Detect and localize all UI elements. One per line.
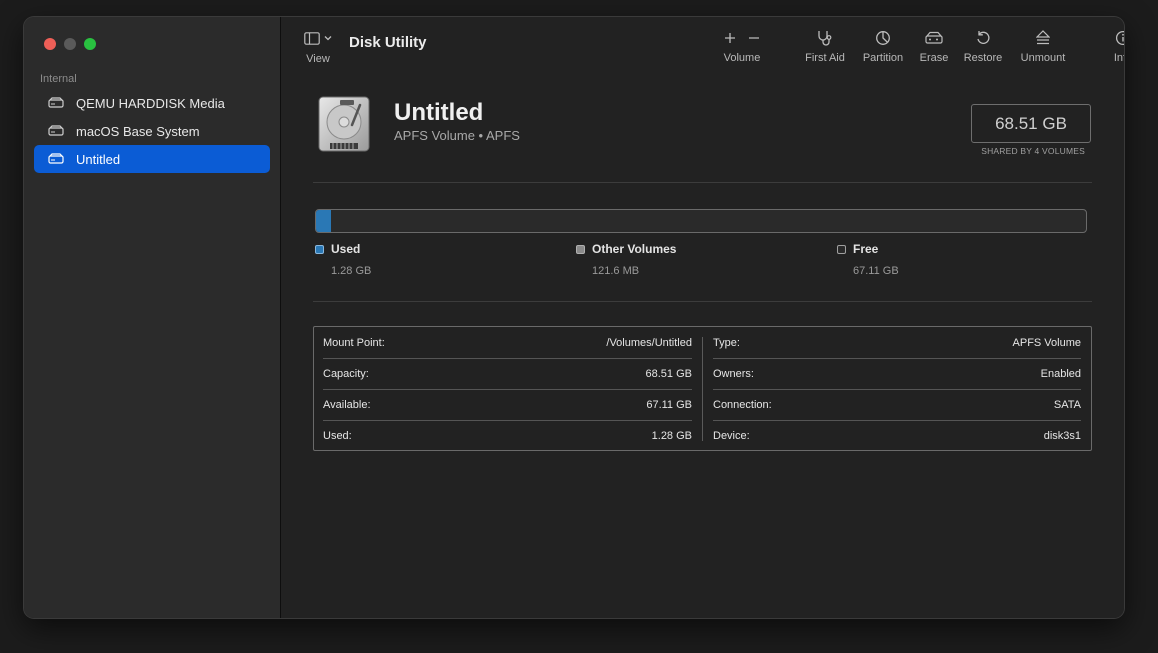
- legend-used-value: 1.28 GB: [331, 265, 372, 277]
- legend-free-value: 67.11 GB: [853, 265, 899, 277]
- info-value: SATA: [1053, 399, 1081, 411]
- usage-bar: [315, 209, 1087, 233]
- legend-other-volumes: Other Volumes 121.6 MB: [576, 242, 676, 277]
- volume-info-table: Mount Point: /Volumes/Untitled Capacity:…: [313, 326, 1092, 451]
- sidebar-item-label: QEMU HARDDISK Media: [76, 95, 225, 111]
- info-key: Available:: [323, 399, 371, 411]
- used-swatch: [315, 244, 324, 254]
- legend-used-label: Used: [331, 242, 361, 256]
- info-value: 1.28 GB: [651, 430, 692, 442]
- view-button[interactable]: View: [301, 29, 335, 65]
- info-icon: [1115, 30, 1124, 46]
- volume-button-group: Volume: [721, 29, 763, 64]
- info-column-right: Type: APFS Volume Owners: Enabled Connec…: [713, 327, 1081, 450]
- plus-icon[interactable]: [724, 32, 736, 44]
- info-column-left: Mount Point: /Volumes/Untitled Capacity:…: [323, 327, 692, 450]
- app-title: Disk Utility: [349, 34, 427, 51]
- usage-divider: [313, 301, 1092, 302]
- legend-free-label: Free: [853, 242, 879, 256]
- info-row-available: Available: 67.11 GB: [323, 390, 692, 420]
- eject-icon: [1036, 30, 1050, 45]
- info-value: 68.51 GB: [645, 368, 692, 380]
- info-key: Mount Point:: [323, 337, 385, 349]
- info-label: Info: [1113, 52, 1124, 64]
- hard-disk-icon: [318, 96, 370, 152]
- info-row-type: Type: APFS Volume: [713, 328, 1081, 358]
- disk-drive-icon: [48, 95, 64, 111]
- disk-drive-icon: [48, 151, 64, 167]
- sidebar-item-untitled[interactable]: Untitled: [34, 145, 270, 173]
- view-label: View: [306, 53, 330, 65]
- volume-subtitle: APFS Volume • APFS: [394, 128, 520, 143]
- info-key: Capacity:: [323, 368, 369, 380]
- info-row-mount-point: Mount Point: /Volumes/Untitled: [323, 328, 692, 358]
- close-window-button[interactable]: [44, 38, 56, 50]
- first-aid-button[interactable]: First Aid: [800, 29, 850, 64]
- info-value: /Volumes/Untitled: [606, 337, 692, 349]
- info-value: 67.11 GB: [646, 399, 692, 411]
- free-swatch: [837, 244, 846, 254]
- erase-disk-icon: [925, 31, 943, 44]
- minus-icon[interactable]: [748, 32, 760, 44]
- info-button[interactable]: Info: [1109, 29, 1124, 64]
- minimize-window-button[interactable]: [64, 38, 76, 50]
- capacity-badge: 68.51 GB: [971, 104, 1091, 143]
- erase-button[interactable]: Erase: [917, 29, 951, 64]
- stethoscope-icon: [818, 31, 832, 46]
- legend-other-value: 121.6 MB: [592, 265, 640, 277]
- sidebar-item-macos-base-system[interactable]: macOS Base System: [34, 117, 270, 145]
- unmount-button[interactable]: Unmount: [1018, 29, 1068, 64]
- sidebar-section-internal: Internal: [40, 73, 77, 85]
- volume-name: Untitled: [394, 99, 484, 126]
- info-key: Connection:: [713, 399, 772, 411]
- partition-label: Partition: [862, 52, 904, 64]
- info-row-owners: Owners: Enabled: [713, 359, 1081, 389]
- info-key: Used:: [323, 430, 352, 442]
- sidebar-item-qemu-harddisk[interactable]: QEMU HARDDISK Media: [34, 89, 270, 117]
- usage-bar-used-segment: [316, 210, 331, 232]
- info-key: Type:: [713, 337, 740, 349]
- chevron-down-icon: [324, 36, 332, 41]
- info-value: APFS Volume: [1012, 337, 1081, 349]
- legend-used: Used 1.28 GB: [315, 242, 371, 277]
- other-volumes-swatch: [576, 244, 585, 254]
- first-aid-label: First Aid: [805, 52, 845, 64]
- sidebar-toggle-icon: [304, 31, 320, 45]
- restore-button[interactable]: Restore: [962, 29, 1004, 64]
- info-value: Enabled: [1040, 368, 1081, 380]
- pie-chart-icon: [876, 31, 890, 45]
- sidebar: Internal QEMU HARDDISK Media macOS Base …: [24, 17, 281, 618]
- legend-other-label: Other Volumes: [592, 242, 677, 256]
- info-row-used: Used: 1.28 GB: [323, 421, 692, 451]
- info-key: Owners:: [713, 368, 754, 380]
- restore-label: Restore: [963, 52, 1003, 64]
- capacity-shared-note: SHARED BY 4 VOLUMES: [981, 146, 1085, 156]
- unmount-label: Unmount: [1020, 52, 1066, 64]
- header-divider: [313, 182, 1092, 183]
- info-key: Device:: [713, 430, 750, 442]
- window-controls: [44, 38, 96, 50]
- info-row-capacity: Capacity: 68.51 GB: [323, 359, 692, 389]
- volume-header: Untitled APFS Volume • APFS 68.51 GB SHA…: [316, 95, 1091, 175]
- disk-utility-window: Internal QEMU HARDDISK Media macOS Base …: [24, 17, 1124, 618]
- volume-label: Volume: [723, 52, 761, 64]
- restore-arrow-icon: [977, 31, 990, 44]
- erase-label: Erase: [919, 52, 949, 64]
- main-pane: View Disk Utility Volume First Aid Parti…: [281, 17, 1124, 618]
- disk-drive-icon: [48, 123, 64, 139]
- partition-button[interactable]: Partition: [859, 29, 907, 64]
- info-value: disk3s1: [1043, 430, 1081, 442]
- toolbar: View Disk Utility Volume First Aid Parti…: [281, 17, 1124, 77]
- info-row-device: Device: disk3s1: [713, 421, 1081, 451]
- info-row-connection: Connection: SATA: [713, 390, 1081, 420]
- sidebar-item-label: Untitled: [76, 151, 121, 167]
- sidebar-item-label: macOS Base System: [76, 123, 200, 139]
- info-column-divider: [702, 337, 703, 441]
- zoom-window-button[interactable]: [84, 38, 96, 50]
- legend-free: Free 67.11 GB: [837, 242, 899, 277]
